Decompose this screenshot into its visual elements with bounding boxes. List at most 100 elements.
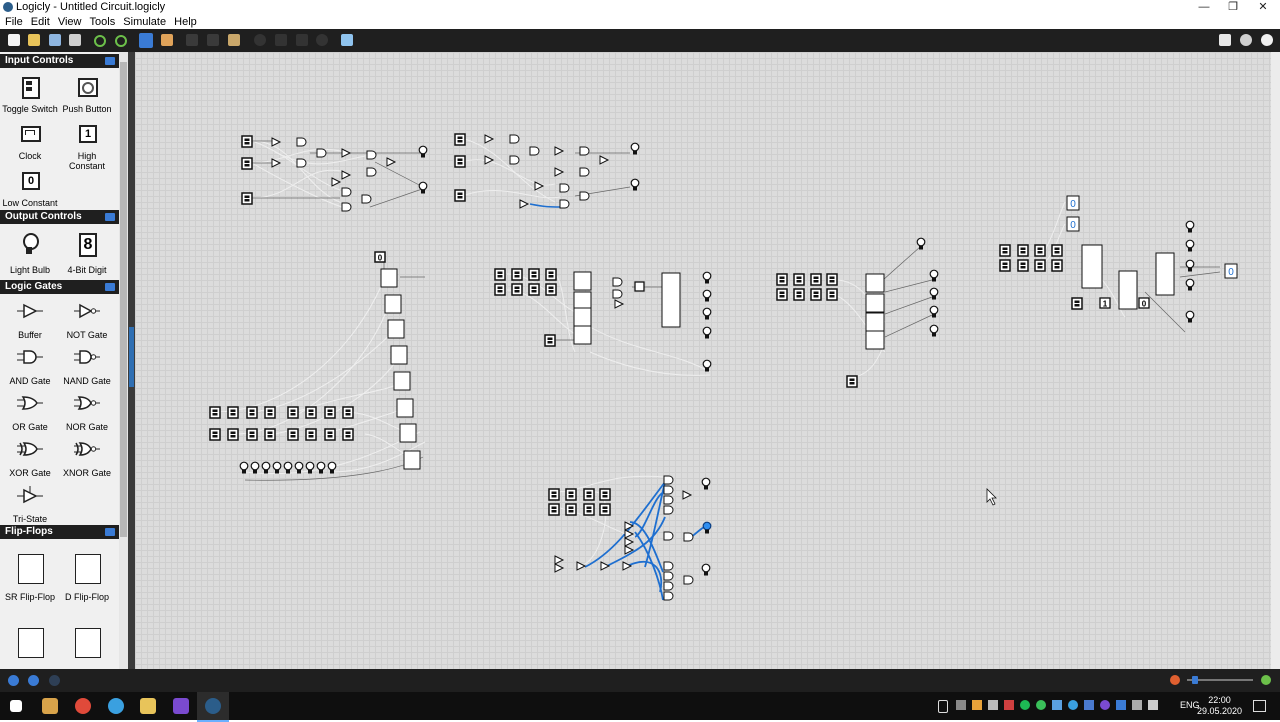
- step-simulation-icon[interactable]: [8, 675, 19, 686]
- bcd-digit-2: 0: [1070, 220, 1076, 231]
- align-icon[interactable]: [296, 34, 308, 46]
- chrome-icon[interactable]: [75, 698, 91, 714]
- windows-start-icon[interactable]: [10, 700, 22, 712]
- taskbar-app-icon[interactable]: [42, 698, 58, 714]
- collapse-icon[interactable]: [105, 283, 115, 291]
- tray-icon[interactable]: [1068, 700, 1078, 710]
- circuit-group-2[interactable]: [454, 133, 640, 209]
- collapse-icon[interactable]: [105, 57, 115, 65]
- menu-tools[interactable]: Tools: [90, 15, 116, 29]
- open-folder-icon[interactable]: [28, 34, 40, 46]
- menu-view[interactable]: View: [58, 15, 82, 29]
- pan-hand-icon[interactable]: [161, 34, 173, 46]
- palette-buffer[interactable]: Buffer: [2, 302, 58, 340]
- palette-section-flip-flops[interactable]: Flip-Flops: [0, 525, 119, 539]
- visual-studio-icon[interactable]: [173, 698, 189, 714]
- palette-nand-gate[interactable]: NAND Gate: [59, 348, 115, 386]
- copy-icon[interactable]: [207, 34, 219, 46]
- palette-or-gate[interactable]: OR Gate: [2, 394, 58, 432]
- palette-d-flip-flop[interactable]: D Flip-Flop: [59, 552, 115, 602]
- integrated-circuit-icon[interactable]: [341, 34, 353, 46]
- palette-push-button[interactable]: Push Button: [59, 76, 115, 114]
- tray-icon[interactable]: [988, 700, 998, 710]
- palette-section-output-controls[interactable]: Output Controls: [0, 210, 119, 224]
- palette-scrollbar[interactable]: [119, 52, 128, 669]
- circuit-group-6[interactable]: 0 0 1 0 0: [999, 195, 1238, 333]
- palette-tri-state[interactable]: Tri-State: [2, 486, 58, 524]
- select-pointer-icon[interactable]: [139, 33, 153, 48]
- rotate-icon[interactable]: [254, 34, 266, 46]
- palette-toggle-switch[interactable]: Toggle Switch: [2, 76, 58, 114]
- canvas-scrollbar[interactable]: [1271, 52, 1280, 669]
- settings-gear-icon[interactable]: [1240, 34, 1252, 46]
- spotify-tray-icon[interactable]: [1020, 700, 1030, 710]
- telegram-icon[interactable]: [108, 698, 124, 714]
- new-file-icon[interactable]: [8, 34, 20, 46]
- palette-section-input-controls[interactable]: Input Controls: [0, 54, 119, 68]
- notifications-icon[interactable]: [1253, 700, 1266, 712]
- menu-file[interactable]: File: [5, 15, 23, 29]
- tray-icon[interactable]: [972, 700, 982, 710]
- help-icon[interactable]: [1261, 34, 1273, 46]
- palette-clock[interactable]: Clock: [2, 123, 58, 161]
- document-properties-icon[interactable]: [1219, 34, 1231, 46]
- tray-icon[interactable]: [938, 700, 948, 713]
- tray-icon[interactable]: [956, 700, 966, 710]
- taskbar-logicly-active[interactable]: [197, 692, 229, 722]
- zoom-out-icon[interactable]: [1170, 675, 1180, 685]
- pause-simulation-icon[interactable]: [28, 675, 39, 686]
- flip-icon[interactable]: [275, 34, 287, 46]
- paste-icon[interactable]: [228, 34, 240, 46]
- palette-low-constant[interactable]: 0 Low Constant: [2, 170, 58, 208]
- scrollbar-thumb[interactable]: [120, 62, 127, 537]
- palette-section-logic-gates[interactable]: Logic Gates: [0, 280, 119, 294]
- network-icon[interactable]: [1132, 700, 1142, 710]
- volume-icon[interactable]: [1148, 700, 1158, 710]
- palette-and-gate[interactable]: AND Gate: [2, 348, 58, 386]
- cut-icon[interactable]: [186, 34, 198, 46]
- circuit-group-4[interactable]: [494, 268, 712, 376]
- tray-icon[interactable]: [1004, 700, 1014, 710]
- menu-help[interactable]: Help: [174, 15, 197, 29]
- collapse-handle[interactable]: [129, 327, 134, 387]
- circuit-canvas[interactable]: 0 0 0 1 0 0: [135, 52, 1280, 669]
- circuit-group-5[interactable]: [776, 237, 939, 388]
- reset-simulation-icon[interactable]: [49, 675, 60, 686]
- palette-xnor-gate[interactable]: XNOR Gate: [59, 440, 115, 478]
- palette-jk-flip-flop[interactable]: [2, 626, 58, 666]
- print-icon[interactable]: [69, 34, 81, 46]
- palette-high-constant[interactable]: 1 High Constant: [59, 123, 115, 171]
- palette-t-flip-flop[interactable]: [59, 626, 115, 666]
- panel-splitter[interactable]: [128, 52, 135, 669]
- palette-xor-gate[interactable]: XOR Gate: [2, 440, 58, 478]
- collapse-icon[interactable]: [105, 213, 115, 221]
- zoom-slider-thumb[interactable]: [1192, 676, 1198, 684]
- palette-sr-flip-flop[interactable]: SR Flip-Flop: [2, 552, 58, 602]
- close-button[interactable]: ✕: [1246, 0, 1280, 15]
- tray-icon[interactable]: [1100, 700, 1110, 710]
- circuit-group-3[interactable]: 0: [209, 251, 426, 481]
- group-icon[interactable]: [316, 34, 328, 46]
- palette-not-gate[interactable]: NOT Gate: [59, 302, 115, 340]
- palette-item-label: XOR Gate: [9, 468, 51, 478]
- file-explorer-icon[interactable]: [140, 698, 156, 714]
- tray-icon[interactable]: [1084, 700, 1094, 710]
- menu-edit[interactable]: Edit: [31, 15, 50, 29]
- palette-item-label: Push Button: [62, 104, 112, 114]
- tray-icon[interactable]: [1116, 700, 1126, 710]
- circuit-group-1[interactable]: [241, 135, 428, 212]
- save-icon[interactable]: [49, 34, 61, 46]
- system-clock[interactable]: 22:00 29.05.2020: [1197, 695, 1242, 717]
- palette-nor-gate[interactable]: NOR Gate: [59, 394, 115, 432]
- palette-light-bulb[interactable]: Light Bulb: [2, 233, 58, 275]
- circuit-group-7[interactable]: [548, 475, 712, 601]
- collapse-icon[interactable]: [105, 528, 115, 536]
- tray-icon[interactable]: [1052, 700, 1062, 710]
- redo-icon[interactable]: [115, 35, 127, 47]
- maximize-button[interactable]: ❐: [1216, 0, 1250, 15]
- tray-icon[interactable]: [1036, 700, 1046, 710]
- zoom-in-icon[interactable]: [1261, 675, 1271, 685]
- undo-icon[interactable]: [94, 35, 106, 47]
- menu-simulate[interactable]: Simulate: [123, 15, 166, 29]
- palette-4-bit-digit[interactable]: 8 4-Bit Digit: [59, 233, 115, 275]
